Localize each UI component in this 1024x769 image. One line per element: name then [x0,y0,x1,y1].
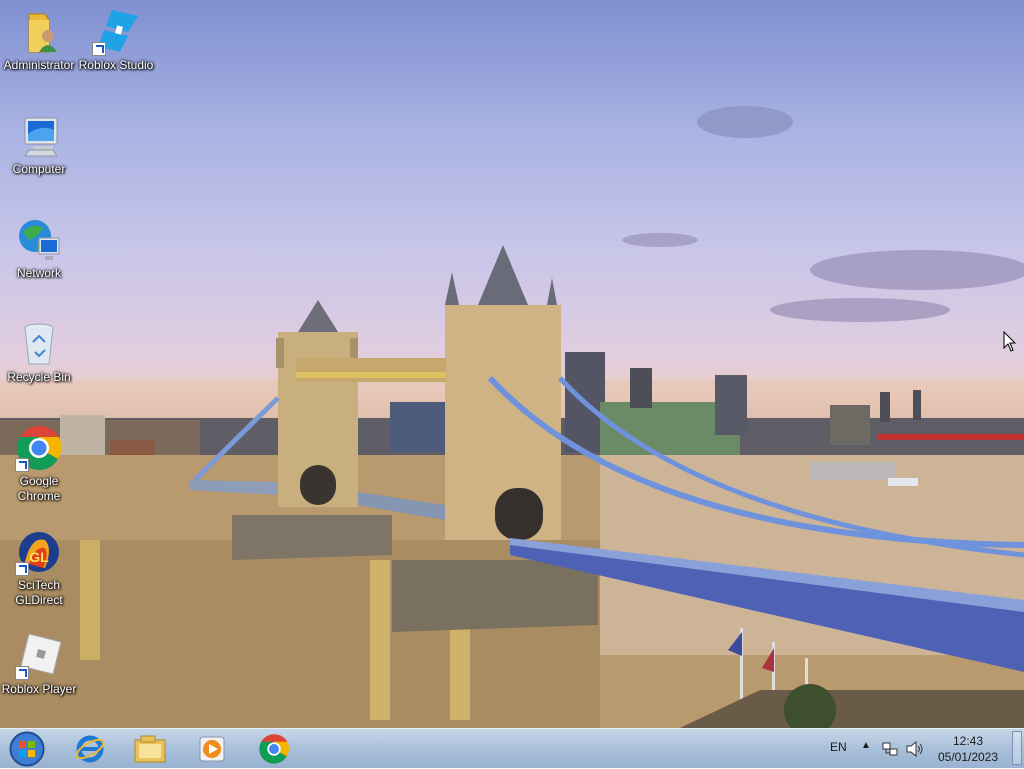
roblox-studio-icon [92,8,140,56]
network-tray-icon[interactable] [882,741,898,757]
taskbar-windows-explorer[interactable] [122,729,178,769]
desktop-icon-computer[interactable]: Computer [1,112,77,177]
desktop-icon-label: SciTech GLDirect [15,578,63,607]
language-indicator[interactable]: EN [830,740,847,754]
desktop-icon-label: Network [16,266,61,280]
desktop-icon-network[interactable]: Network [1,216,77,281]
computer-icon [15,112,63,160]
taskbar-google-chrome[interactable] [246,729,302,769]
desktop-icon-scitech-gldirect[interactable]: GL SciTech GLDirect [1,528,77,608]
desktop-icon-label: Computer [12,162,66,176]
desktop-icon-label: Google Chrome [17,474,61,503]
start-button[interactable] [0,729,54,769]
shortcut-arrow-icon [15,458,29,472]
clock-date: 05/01/2023 [937,750,999,764]
desktop-icon-label: Administrator [3,58,75,72]
desktop-icon-roblox-studio[interactable]: Roblox Studio [78,8,154,73]
roblox-player-icon [15,632,63,680]
start-orb-icon [9,731,45,767]
volume-icon[interactable] [906,741,924,757]
clock-time: 12:43 [952,734,984,748]
desktop[interactable]: Administrator Roblox Studio Computer Net… [0,0,1024,728]
shortcut-arrow-icon [15,562,29,576]
system-clock[interactable]: 12:43 05/01/2023 [932,733,1004,765]
file-explorer-icon [134,735,166,763]
show-desktop-button[interactable] [1012,731,1022,765]
desktop-icon-roblox-player[interactable]: Roblox Player [1,632,77,697]
user-folder-icon [15,8,63,56]
taskbar-internet-explorer[interactable] [62,729,118,769]
desktop-icon-recycle-bin[interactable]: Recycle Bin [1,320,77,385]
scitech-gldirect-icon: GL [15,528,63,576]
desktop-icon-label: Roblox Studio [78,58,154,72]
wallpaper [0,106,1024,728]
desktop-icon-administrator[interactable]: Administrator [1,8,77,73]
media-player-icon [199,736,225,762]
chrome-icon [15,424,63,472]
internet-explorer-icon [75,735,105,763]
taskbar-windows-media-player[interactable] [184,729,240,769]
mouse-cursor-icon [1003,331,1017,352]
svg-text:GL: GL [29,549,49,565]
desktop-icon-google-chrome[interactable]: Google Chrome [1,424,77,504]
desktop-icon-label: Recycle Bin [7,370,71,384]
chrome-icon [259,734,289,764]
shortcut-arrow-icon [15,666,29,680]
network-icon [15,216,63,264]
recycle-bin-icon [15,320,63,368]
desktop-icon-label: Roblox Player [1,682,77,696]
show-hidden-icons-arrow-icon[interactable]: ▲ [861,740,871,751]
taskbar: EN ▲ 12:43 05/01/2023 [0,728,1024,768]
shortcut-arrow-icon [92,42,106,56]
